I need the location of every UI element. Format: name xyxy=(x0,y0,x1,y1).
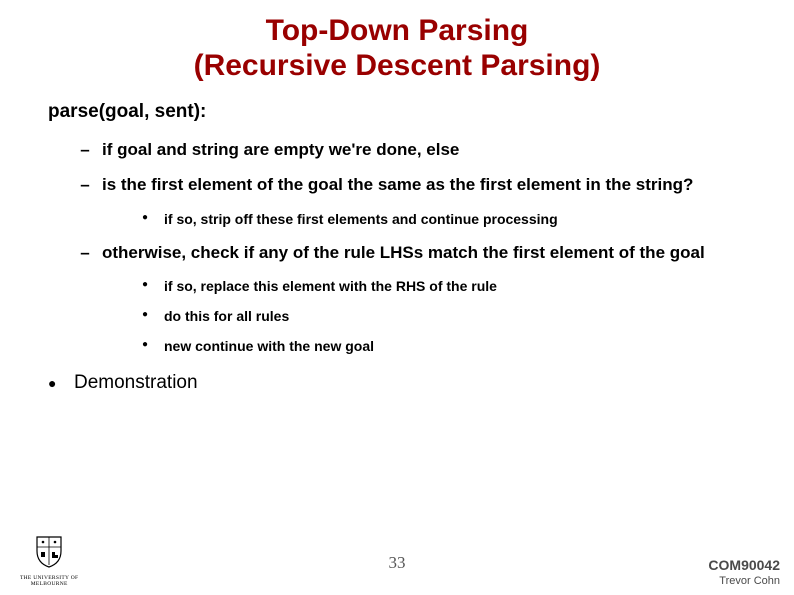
crest-icon xyxy=(31,533,67,569)
list-item-text: new continue with the new goal xyxy=(164,337,374,355)
university-logo: THE UNIVERSITY OF MELBOURNE xyxy=(20,533,78,587)
dot-bullet-icon: ● xyxy=(142,210,154,226)
list-item: ● if so, strip off these first elements … xyxy=(142,210,746,228)
subheading: parse(goal, sent): xyxy=(48,101,746,123)
dot-bullet-icon: ● xyxy=(48,372,62,394)
list-item-text: if so, replace this element with the RHS… xyxy=(164,277,497,295)
footer: THE UNIVERSITY OF MELBOURNE 33 COM90042 … xyxy=(0,535,794,595)
demo-line: ● Demonstration xyxy=(48,372,746,394)
logo-text: THE UNIVERSITY OF MELBOURNE xyxy=(20,575,78,587)
dot-bullet-icon: ● xyxy=(142,307,154,323)
list-item-text: if goal and string are empty we're done,… xyxy=(102,139,459,160)
dash-bullet-icon: – xyxy=(78,174,92,195)
dash-bullet-icon: – xyxy=(78,242,92,263)
list-item-text: if so, strip off these first elements an… xyxy=(164,210,558,228)
author-name: Trevor Cohn xyxy=(719,575,780,587)
list-item: ● if so, replace this element with the R… xyxy=(142,277,746,295)
dot-bullet-icon: ● xyxy=(142,337,154,353)
list-item: – if goal and string are empty we're don… xyxy=(78,139,746,160)
title-line-2: (Recursive Descent Parsing) xyxy=(0,49,794,84)
demo-text: Demonstration xyxy=(74,372,198,394)
level1-list: – if goal and string are empty we're don… xyxy=(78,139,746,356)
list-item-text: do this for all rules xyxy=(164,307,289,325)
list-item: – otherwise, check if any of the rule LH… xyxy=(78,242,746,263)
list-item: – is the first element of the goal the s… xyxy=(78,174,746,195)
slide-title: Top-Down Parsing (Recursive Descent Pars… xyxy=(0,0,794,83)
list-item-text: is the first element of the goal the sam… xyxy=(102,174,693,195)
list-item: ● new continue with the new goal xyxy=(142,337,746,355)
dash-bullet-icon: – xyxy=(78,139,92,160)
list-item-text: otherwise, check if any of the rule LHSs… xyxy=(102,242,705,263)
level2-list: ● if so, replace this element with the R… xyxy=(142,277,746,356)
course-code: COM90042 xyxy=(708,557,780,573)
list-item: ● do this for all rules xyxy=(142,307,746,325)
page-number: 33 xyxy=(389,553,406,573)
dot-bullet-icon: ● xyxy=(142,277,154,293)
level2-list: ● if so, strip off these first elements … xyxy=(142,210,746,228)
title-line-1: Top-Down Parsing xyxy=(0,14,794,49)
slide-content: parse(goal, sent): – if goal and string … xyxy=(0,83,794,394)
